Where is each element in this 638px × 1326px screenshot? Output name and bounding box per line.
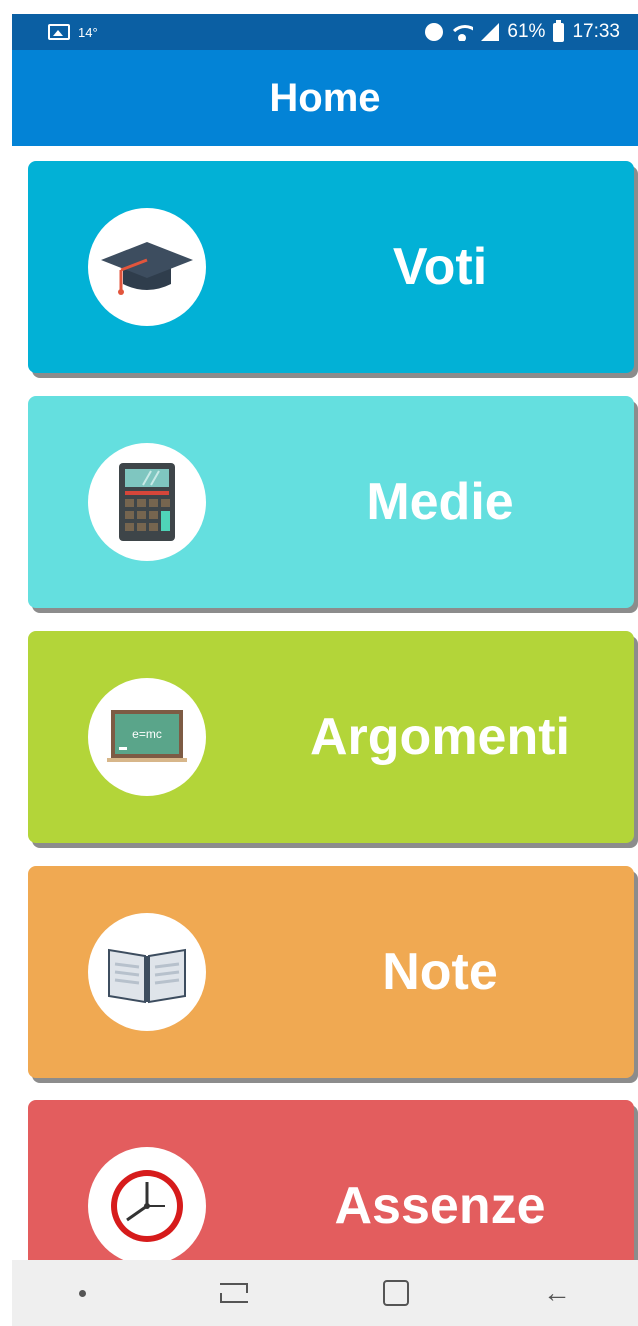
gallery-notification-icon bbox=[48, 24, 70, 40]
calculator-icon bbox=[119, 463, 175, 541]
menu-label: Medie bbox=[366, 473, 514, 531]
menu-card-note[interactable]: Note bbox=[28, 866, 634, 1078]
alarm-icon bbox=[425, 23, 444, 41]
menu-card-voti[interactable]: Voti bbox=[28, 161, 634, 373]
graduation-cap-icon bbox=[101, 242, 193, 295]
status-left: 14° bbox=[48, 24, 98, 40]
back-icon[interactable]: ← bbox=[543, 1279, 571, 1307]
recent-apps-icon[interactable] bbox=[220, 1283, 249, 1303]
battery-icon bbox=[553, 19, 565, 42]
icon-badge bbox=[88, 208, 206, 326]
signal-icon bbox=[481, 23, 500, 41]
wifi-icon bbox=[451, 23, 474, 41]
menu-card-medie[interactable]: Medie bbox=[28, 396, 634, 608]
icon-badge bbox=[88, 1147, 206, 1265]
clock-icon bbox=[111, 1170, 183, 1242]
menu-label: Note bbox=[382, 943, 498, 1001]
clock-time: 17:33 bbox=[572, 21, 620, 42]
icon-badge: e=mc bbox=[88, 678, 206, 796]
menu-label: Argomenti bbox=[310, 708, 570, 766]
open-book-icon bbox=[108, 948, 186, 1004]
menu-label: Voti bbox=[392, 238, 488, 296]
menu-label: Assenze bbox=[334, 1177, 546, 1235]
blackboard-icon: e=mc bbox=[107, 710, 187, 762]
battery-percent: 61% bbox=[507, 21, 546, 42]
page-title: Home bbox=[269, 75, 381, 120]
status-right: 61% 17:33 bbox=[425, 19, 620, 43]
blackboard-text: e=mc bbox=[132, 727, 162, 741]
temperature: 14° bbox=[78, 24, 98, 40]
icon-badge bbox=[88, 913, 206, 1031]
status-bar: 14° 61% 17:33 bbox=[12, 14, 638, 50]
screen: 14° 61% 17:33 Home Voti Medie e=mc Argom… bbox=[0, 0, 638, 1326]
icon-badge bbox=[88, 443, 206, 561]
navigation-bar: ← bbox=[12, 1260, 638, 1326]
home-icon[interactable] bbox=[382, 1280, 409, 1306]
app-bar: Home bbox=[12, 50, 638, 146]
menu-card-argomenti[interactable]: e=mc Argomenti bbox=[28, 631, 634, 843]
dot-icon[interactable] bbox=[79, 1289, 87, 1297]
